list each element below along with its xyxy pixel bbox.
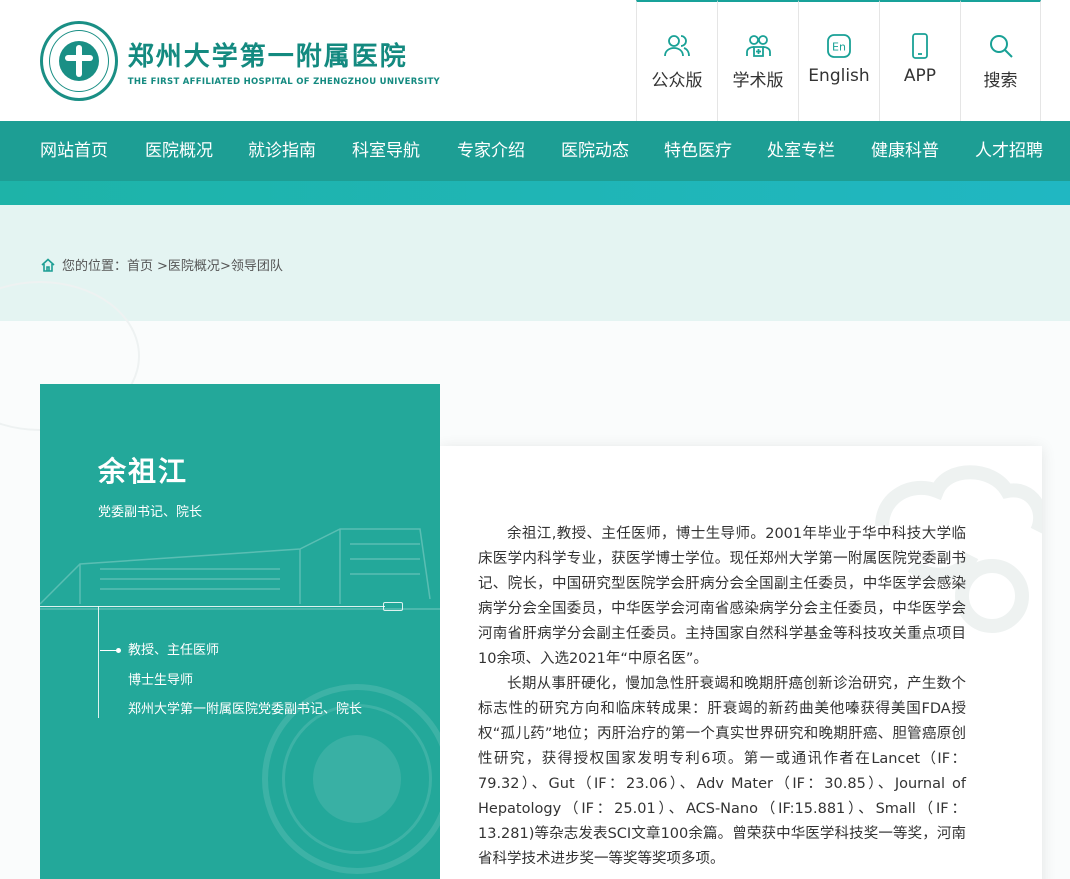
- main-nav: 网站首页 医院概况 就诊指南 科室导航 专家介绍 医院动态 特色医疗 处室专栏 …: [0, 121, 1070, 181]
- search-icon: [989, 35, 1013, 58]
- nav-item-home[interactable]: 网站首页: [40, 121, 108, 181]
- hospital-building-icon: [40, 528, 440, 610]
- quick-link-public[interactable]: 公众版: [636, 0, 717, 121]
- quick-link-english[interactable]: En English: [798, 0, 879, 121]
- nav-item-news[interactable]: 医院动态: [561, 121, 629, 181]
- credential-item: 郑州大学第一附属医院党委副书记、院长: [128, 702, 363, 717]
- quick-link-app[interactable]: APP: [879, 0, 960, 121]
- breadcrumb-band: 您的位置： 首页 >医院概况 >领导团队: [0, 205, 1070, 321]
- divider-line: [40, 606, 385, 607]
- breadcrumb-home[interactable]: 首页: [127, 255, 153, 274]
- quick-link-label: English: [808, 66, 870, 86]
- quick-link-academic[interactable]: 学术版: [717, 0, 798, 121]
- profile-panel: 余祖江 党委副书记、院长 教授、主任医师 博士生导师 郑州大学第一附属医院党委副…: [40, 384, 440, 879]
- divider-ornament: [383, 602, 403, 611]
- breadcrumb-overview[interactable]: >医院概况: [157, 255, 220, 274]
- nav-item-offices[interactable]: 处室专栏: [767, 121, 835, 181]
- nav-accent-strip: [0, 181, 1070, 205]
- quick-link-label: 公众版: [651, 71, 703, 91]
- site-logo[interactable]: 郑州大学第一附属医院 THE FIRST AFFILIATED HOSPITAL…: [40, 18, 440, 104]
- nav-item-health[interactable]: 健康科普: [871, 121, 939, 181]
- hospital-seal-icon: [40, 21, 118, 101]
- page: 郑州大学第一附属医院 THE FIRST AFFILIATED HOSPITAL…: [0, 0, 1070, 879]
- breadcrumb-prefix: 您的位置：: [62, 259, 128, 274]
- nav-item-guide[interactable]: 就诊指南: [248, 121, 316, 181]
- nav-item-overview[interactable]: 医院概况: [145, 121, 213, 181]
- quick-link-label: 搜索: [983, 71, 1018, 91]
- home-icon: [41, 257, 55, 272]
- vertical-line: [98, 606, 99, 718]
- nav-item-specialty[interactable]: 特色医疗: [664, 121, 732, 181]
- biography-card: 余祖江,教授、主任医师，博士生导师。2001年毕业于华中科技大学临床医学内科学专…: [440, 446, 1042, 879]
- logo-chinese-name: 郑州大学第一附属医院: [127, 41, 408, 72]
- leader-title: 党委副书记、院长: [98, 505, 203, 520]
- content-area: 余祖江,教授、主任医师，博士生导师。2001年毕业于华中科技大学临床医学内科学专…: [0, 281, 1070, 879]
- nav-item-experts[interactable]: 专家介绍: [457, 121, 525, 181]
- bio-paragraph: 长期从事肝硬化，慢加急性肝衰竭和晚期肝癌创新诊治研究，产生数个标志性的研究方向和…: [478, 676, 966, 867]
- credential-item: 博士生导师: [128, 672, 194, 688]
- credentials-list: 教授、主任医师 博士生导师 郑州大学第一附属医院党委副书记、院长: [128, 639, 362, 728]
- en-icon: En: [827, 34, 851, 58]
- leader-name: 余祖江: [98, 455, 189, 488]
- quick-link-search[interactable]: 搜索: [960, 0, 1041, 121]
- biography-text: 余祖江,教授、主任医师，博士生导师。2001年毕业于华中科技大学临床医学内科学专…: [478, 522, 966, 872]
- quick-links: 公众版 学术版 En English APP 搜索: [636, 0, 1041, 121]
- phone-icon: [912, 33, 928, 59]
- bio-paragraph: 余祖江,教授、主任医师，博士生导师。2001年毕业于华中科技大学临床医学内科学专…: [478, 526, 966, 667]
- breadcrumb-leadership[interactable]: >领导团队: [220, 255, 283, 274]
- nav-item-careers[interactable]: 人才招聘: [975, 121, 1043, 181]
- nav-item-departments[interactable]: 科室导航: [352, 121, 420, 181]
- quick-link-label: APP: [903, 66, 937, 86]
- doctors-icon: [746, 35, 771, 57]
- site-header: 郑州大学第一附属医院 THE FIRST AFFILIATED HOSPITAL…: [0, 0, 1070, 121]
- credential-item: 教授、主任医师: [128, 643, 220, 658]
- quick-link-label: 学术版: [732, 71, 784, 91]
- bullet-dot: [116, 648, 121, 653]
- logo-english-name: THE FIRST AFFILIATED HOSPITAL OF ZHENGZH…: [127, 76, 440, 87]
- users-icon: [664, 35, 690, 57]
- breadcrumb: 您的位置： 首页 >医院概况 >领导团队: [40, 255, 283, 274]
- svg-text:En: En: [832, 41, 846, 54]
